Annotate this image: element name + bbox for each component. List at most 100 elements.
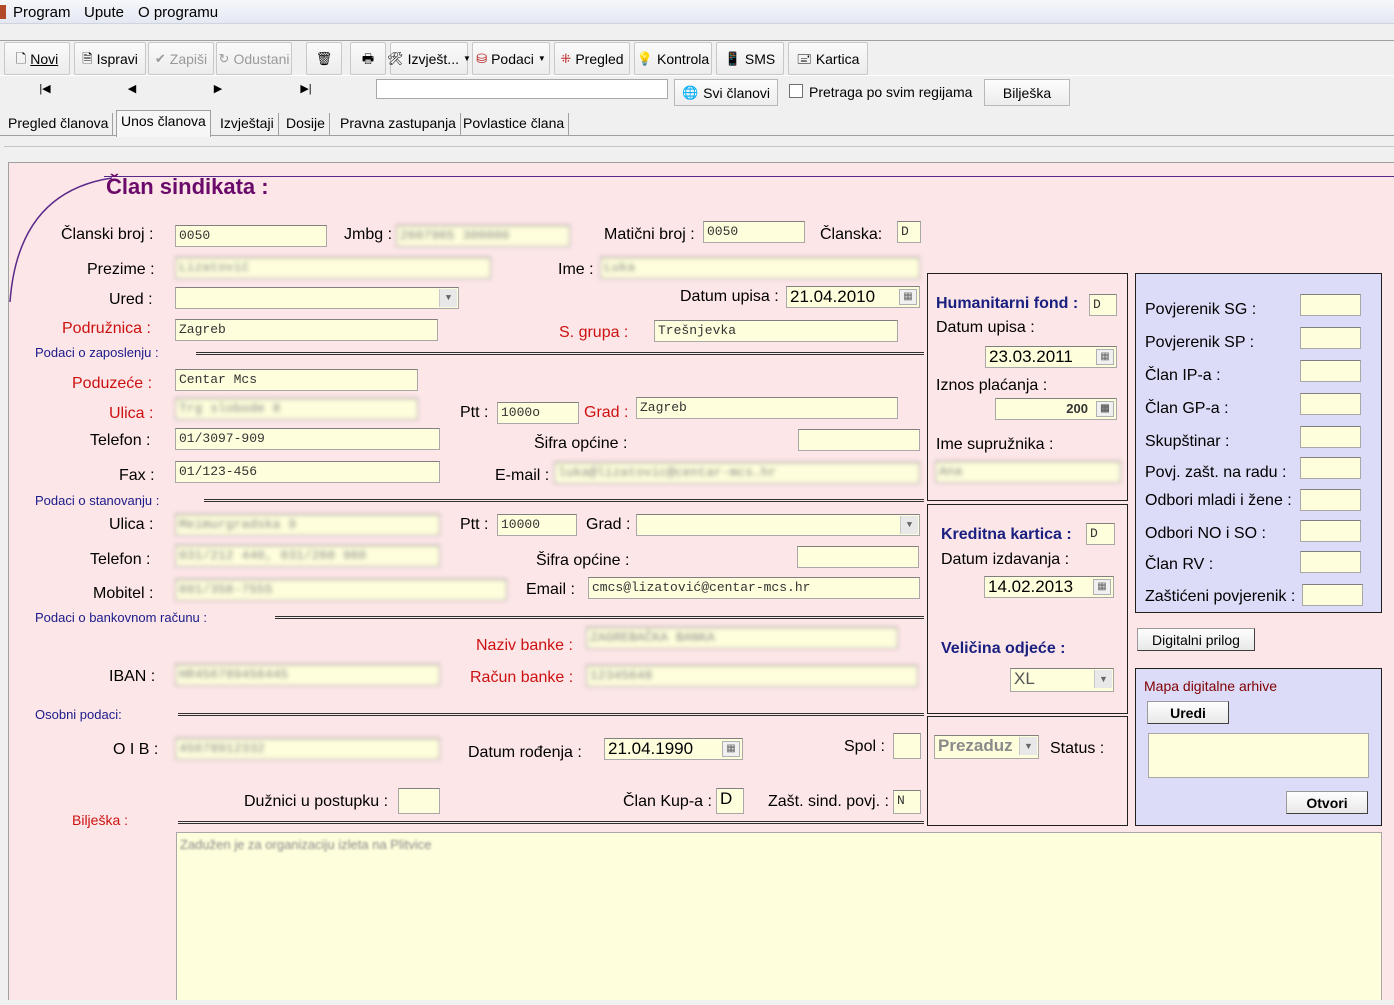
povjerenik-sp-field[interactable]: [1300, 327, 1361, 349]
skupstinar-label: Skupštinar :: [1145, 433, 1230, 450]
grad2-select[interactable]: ▼: [636, 514, 920, 536]
jmbg-label: Jmbg :: [344, 226, 393, 243]
pretraga-checkbox[interactable]: [789, 84, 803, 98]
jmbg-field[interactable]: 2607965 300000: [396, 225, 570, 247]
clan-rv-field[interactable]: [1300, 551, 1361, 573]
first-record-button[interactable]: |◀: [5, 82, 85, 104]
velicina-odjece-select[interactable]: XL ▼: [1010, 668, 1114, 692]
next-record-button[interactable]: ▶: [178, 82, 258, 104]
povjerenik-sg-field[interactable]: [1300, 294, 1361, 316]
tab-unos-clanova[interactable]: Unos članova: [116, 110, 211, 137]
s-grupa-field[interactable]: Trešnjevka: [654, 320, 898, 342]
calendar-icon[interactable]: ▦: [1093, 579, 1111, 595]
biljeska-textarea[interactable]: Zadužen je za organizaciju izleta na Pli…: [176, 832, 1382, 1004]
oib-field[interactable]: 45678912332: [175, 738, 440, 760]
odbori-mladi-field[interactable]: [1300, 489, 1361, 511]
grad-field[interactable]: Zagreb: [636, 397, 898, 419]
povj-zast-field[interactable]: [1300, 457, 1361, 479]
maticni-broj-field[interactable]: 0050: [703, 221, 805, 243]
email2-field[interactable]: cmcs@lizatović@centar-mcs.hr: [588, 577, 920, 599]
ptt2-field[interactable]: 10000: [497, 514, 577, 536]
novi-button[interactable]: 🗋 Novi: [4, 42, 70, 75]
odbori-no-field[interactable]: [1300, 520, 1361, 542]
calendar-icon[interactable]: ▦: [899, 289, 917, 305]
sifra-opcine-field[interactable]: [798, 429, 920, 451]
telefon2-field[interactable]: 031/212 440, 031/260 960: [175, 545, 440, 567]
biljeska-button[interactable]: Bilješka: [984, 79, 1070, 106]
ulica2-field[interactable]: Meimurgradska 9: [175, 514, 440, 536]
clan-kupa-field[interactable]: D: [716, 788, 744, 814]
ulica-label: Ulica :: [109, 405, 154, 422]
prev-record-button[interactable]: ◀: [92, 82, 172, 104]
izvjestaji-dropdown[interactable]: 🛠 Izvješt... ▼: [387, 42, 471, 75]
naziv-banke-field[interactable]: ZAGREBAČKA BANKA: [586, 627, 898, 649]
podaci-dropdown[interactable]: ⛁ Podaci ▼: [472, 42, 550, 75]
humanitarni-fond-field[interactable]: D: [1089, 294, 1117, 316]
tab-dosije[interactable]: Dosije: [282, 113, 330, 135]
duznici-field[interactable]: [398, 788, 440, 814]
kreditna-kartica-field[interactable]: D: [1086, 523, 1115, 545]
iznos-placanja-field[interactable]: 200 ▦: [995, 398, 1117, 420]
poduzece-label: Poduzeće :: [72, 375, 153, 392]
uredi-button[interactable]: Uredi: [1147, 701, 1229, 724]
skupstinar-field[interactable]: [1300, 426, 1361, 448]
ured-select[interactable]: ▼: [175, 287, 459, 309]
tab-pravna-zastupanja[interactable]: Pravna zastupanja: [336, 113, 461, 135]
last-record-button[interactable]: ▶|: [266, 82, 346, 104]
kontrola-button[interactable]: 💡 Kontrola: [634, 42, 712, 75]
ulica-field[interactable]: Trg slobode 8: [175, 398, 418, 420]
racun-banke-field[interactable]: 12345648: [586, 665, 918, 687]
mobitel-field[interactable]: 091/358-7555: [175, 579, 507, 601]
fax-field[interactable]: 01/123-456: [175, 461, 440, 483]
otvori-button[interactable]: Otvori: [1286, 791, 1368, 814]
tab-pregled-clanova[interactable]: Pregled članova: [4, 113, 114, 135]
odustani-button[interactable]: ↻ Odustani: [216, 42, 292, 75]
tab-povlastice-clana[interactable]: Povlastice člana: [459, 113, 570, 135]
datum-upisa-field[interactable]: 21.04.2010 ▦: [786, 286, 920, 308]
svi-clanovi-button[interactable]: 🌐 Svi članovi: [674, 79, 778, 106]
prezime-field[interactable]: Lizatović: [175, 257, 491, 279]
ptt-field[interactable]: 1000o: [497, 402, 579, 424]
zast-sind-field[interactable]: N: [893, 790, 921, 814]
clanski-broj-field[interactable]: 0050: [175, 225, 327, 247]
telefon-field[interactable]: 01/3097-909: [175, 428, 440, 450]
email1-field[interactable]: luka@lizatovic@centar-mcs.hr: [554, 462, 920, 484]
ime-supruznika-field[interactable]: Ana: [935, 461, 1121, 483]
sms-button[interactable]: 📱 SMS: [716, 42, 784, 75]
print-button[interactable]: 🖶: [350, 42, 386, 75]
clanska-field[interactable]: D: [897, 221, 921, 243]
form-top-line: [104, 176, 1394, 177]
zasticeni-povjerenik-field[interactable]: [1302, 584, 1363, 606]
sifra-opcine2-field[interactable]: [797, 546, 919, 568]
tab-izvjestaji[interactable]: Izvještaji: [216, 113, 279, 135]
ispravi-label: Ispravi: [96, 50, 138, 67]
calendar-icon[interactable]: ▦: [722, 741, 740, 757]
zapisi-button[interactable]: ✔ Zapiši: [148, 42, 214, 75]
poduzece-field[interactable]: Centar Mcs: [175, 369, 418, 391]
datum-izdavanja-field[interactable]: 14.02.2013 ▦: [984, 576, 1114, 598]
pregled-button[interactable]: ⁜ Pregled: [554, 42, 630, 75]
podruznica-field[interactable]: Zagreb: [175, 319, 438, 341]
prezaduz-select[interactable]: Prezaduz ▼: [934, 735, 1039, 759]
menu-o-programu[interactable]: O programu: [138, 4, 218, 21]
calculator-icon[interactable]: ▦: [1096, 401, 1114, 417]
kartica-button[interactable]: 🖃 Kartica: [788, 42, 868, 75]
menu-program[interactable]: Program: [13, 4, 71, 21]
ime-field[interactable]: Luka: [600, 257, 920, 279]
clan-ipa-field[interactable]: [1300, 360, 1361, 382]
hf-datum-upisa-field[interactable]: 23.03.2011 ▦: [985, 346, 1117, 368]
calendar-icon[interactable]: ▦: [1096, 349, 1114, 365]
spol-field[interactable]: [893, 733, 921, 759]
delete-button[interactable]: 🗑: [306, 42, 342, 75]
undo-icon: ↻: [218, 51, 230, 66]
frame-divider: [4, 146, 1394, 147]
search-input[interactable]: [376, 79, 668, 99]
card-icon: 🖃: [796, 51, 812, 66]
digitalni-prilog-button[interactable]: Digitalni prilog: [1137, 628, 1255, 651]
menu-upute[interactable]: Upute: [84, 4, 124, 21]
ispravi-button[interactable]: 🗎 Ispravi: [74, 42, 146, 75]
mapa-arhive-field[interactable]: [1148, 733, 1369, 778]
iban-field[interactable]: HR456789456445: [175, 664, 440, 686]
clan-gpa-field[interactable]: [1300, 393, 1361, 415]
datum-rodenja-field[interactable]: 21.04.1990 ▦: [604, 738, 743, 760]
